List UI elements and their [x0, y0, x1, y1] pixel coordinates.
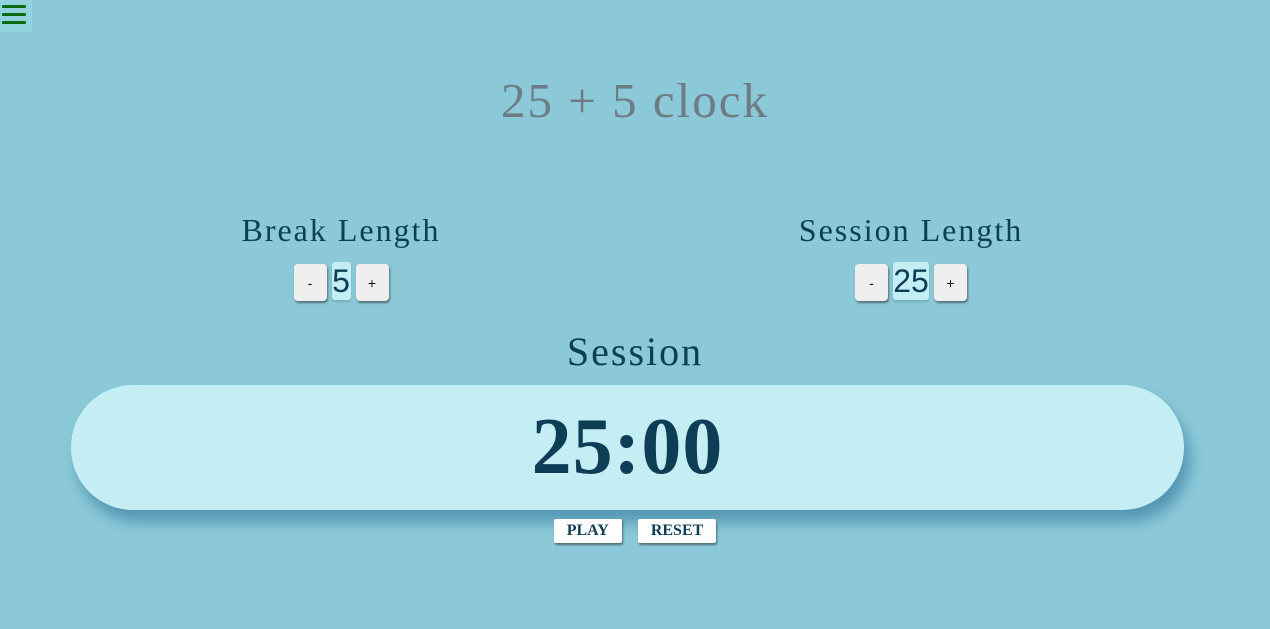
break-control: Break Length - 5 + [141, 210, 541, 301]
session-length-value: 25 [893, 261, 929, 300]
break-label: Break Length [241, 212, 441, 248]
timer-controls: PLAY RESET [0, 519, 1270, 543]
session-increment-button[interactable]: + [934, 264, 967, 301]
menu-bar [2, 13, 26, 16]
timer-display: 25:00 [71, 385, 1184, 510]
menu-bar [2, 21, 26, 24]
timer-label: Session [566, 329, 704, 374]
break-length-value: 5 [331, 261, 351, 300]
break-increment-button[interactable]: + [355, 264, 389, 301]
page-title: 25 + 5 clock [501, 73, 769, 128]
play-button[interactable]: PLAY [553, 519, 622, 543]
reset-button[interactable]: RESET [637, 519, 717, 543]
break-decrement-button[interactable]: - [293, 264, 327, 301]
session-label: Session Length [798, 212, 1024, 248]
menu-bar [2, 5, 26, 8]
break-stepper: - 5 + [141, 261, 541, 301]
session-control: Session Length - 25 + [711, 210, 1111, 301]
hamburger-menu-icon[interactable] [0, 0, 32, 32]
session-stepper: - 25 + [711, 261, 1111, 301]
time-left: 25:00 [531, 403, 724, 491]
session-decrement-button[interactable]: - [855, 264, 888, 301]
